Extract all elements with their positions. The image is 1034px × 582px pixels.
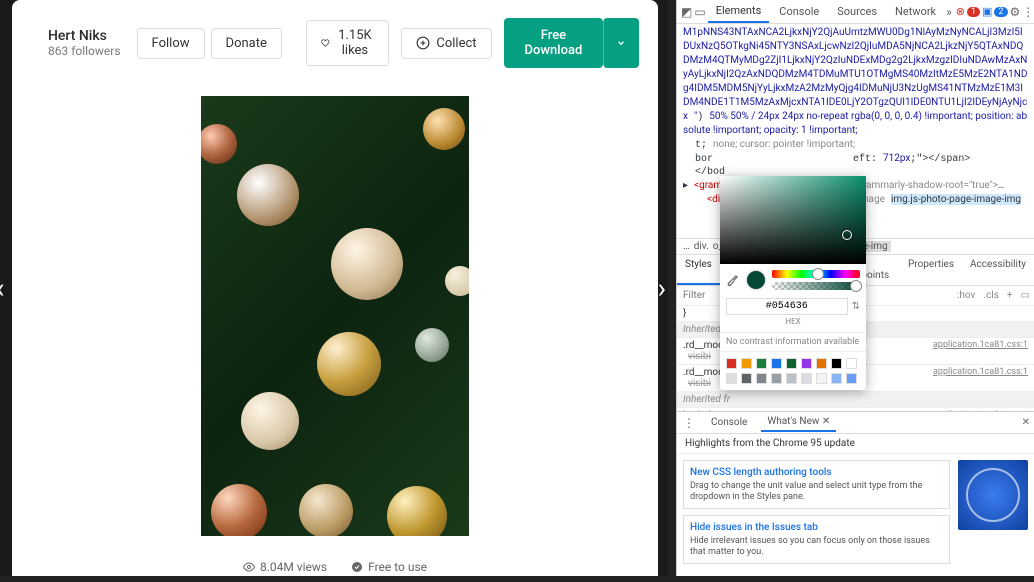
close-icon[interactable]: ✕ bbox=[20, 20, 40, 48]
alpha-slider[interactable] bbox=[772, 282, 860, 290]
next-arrow-icon[interactable]: › bbox=[658, 272, 666, 305]
tab-styles[interactable]: Styles bbox=[677, 255, 720, 285]
follow-button[interactable]: Follow bbox=[137, 28, 205, 59]
author-followers: 863 followers bbox=[48, 44, 121, 58]
plus-circle-icon bbox=[416, 36, 430, 50]
palette bbox=[720, 351, 866, 390]
drawer-kebab-icon[interactable]: ⋮ bbox=[681, 415, 697, 431]
contrast-info: No contrast information available bbox=[720, 332, 866, 351]
device-icon[interactable]: ▭ bbox=[694, 4, 705, 20]
cls-toggle[interactable]: .cls bbox=[979, 290, 1002, 301]
tab-network[interactable]: Network bbox=[887, 1, 944, 22]
palette-swatch[interactable] bbox=[831, 358, 842, 369]
inherited-label: Inherited fr bbox=[677, 392, 1034, 408]
views-stat: 8.04M views bbox=[243, 560, 327, 574]
tab-accessibility[interactable]: Accessibility bbox=[962, 255, 1034, 285]
palette-swatch[interactable] bbox=[846, 358, 857, 369]
styles-more-icon[interactable]: ▭ bbox=[1017, 290, 1034, 301]
palette-swatch[interactable] bbox=[846, 373, 857, 384]
prev-arrow-icon[interactable]: ‹ bbox=[0, 272, 4, 305]
heart-icon bbox=[321, 36, 330, 50]
whatsnew-item[interactable]: New CSS length authoring tools Drag to c… bbox=[683, 460, 950, 509]
color-picker: ⇅ HEX No contrast information available bbox=[720, 176, 866, 390]
palette-swatch[interactable] bbox=[771, 373, 782, 384]
download-dropdown-button[interactable] bbox=[603, 18, 639, 68]
tab-elements[interactable]: Elements bbox=[708, 0, 770, 23]
likes-button[interactable]: 1.15K likes bbox=[306, 20, 390, 66]
inspect-icon[interactable]: ◩ bbox=[681, 4, 692, 20]
whatsnew-thumbnail bbox=[958, 460, 1028, 530]
error-badge[interactable]: 1 bbox=[967, 7, 980, 17]
check-circle-icon bbox=[351, 561, 363, 573]
palette-swatch[interactable] bbox=[786, 358, 797, 369]
hov-toggle[interactable]: :hov bbox=[953, 290, 979, 301]
drawer-tab-whatsnew[interactable]: What's New ✕ bbox=[761, 413, 836, 432]
eye-icon bbox=[243, 561, 255, 573]
palette-swatch[interactable] bbox=[816, 358, 827, 369]
format-toggle-icon[interactable]: ⇅ bbox=[852, 301, 860, 312]
palette-swatch[interactable] bbox=[771, 358, 782, 369]
drawer-tab-console[interactable]: Console bbox=[705, 414, 753, 431]
palette-swatch[interactable] bbox=[801, 358, 812, 369]
palette-swatch[interactable] bbox=[756, 358, 767, 369]
likes-count: 1.15K likes bbox=[336, 28, 375, 58]
new-rule-icon[interactable]: + bbox=[1003, 290, 1017, 301]
rule-source-link[interactable]: application.1ca81.css:1 bbox=[933, 340, 1028, 350]
eyedropper-icon[interactable] bbox=[726, 273, 740, 287]
palette-swatch[interactable] bbox=[726, 358, 737, 369]
donate-button[interactable]: Donate bbox=[211, 28, 282, 59]
palette-swatch[interactable] bbox=[756, 373, 767, 384]
rule-source-link[interactable]: application.1ca81.css:1 bbox=[933, 367, 1028, 377]
author-name[interactable]: Hert Niks bbox=[48, 28, 121, 44]
kebab-icon[interactable]: ⋮ bbox=[1022, 4, 1034, 20]
hex-label: HEX bbox=[726, 317, 860, 326]
palette-swatch[interactable] bbox=[786, 373, 797, 384]
drawer-close-icon[interactable]: ✕ bbox=[1022, 417, 1030, 428]
hex-input[interactable] bbox=[726, 298, 848, 315]
palette-swatch[interactable] bbox=[741, 358, 752, 369]
chevron-down-icon bbox=[616, 38, 626, 48]
collect-button[interactable]: Collect bbox=[401, 28, 491, 59]
collect-label: Collect bbox=[436, 36, 476, 51]
palette-swatch[interactable] bbox=[801, 373, 812, 384]
palette-swatch[interactable] bbox=[816, 373, 827, 384]
hue-slider[interactable] bbox=[772, 270, 860, 278]
tab-sources[interactable]: Sources bbox=[829, 1, 885, 22]
photo-modal: Hert Niks 863 followers Follow Donate 1.… bbox=[12, 0, 658, 576]
photo-image[interactable] bbox=[201, 96, 469, 536]
download-button[interactable]: Free Download bbox=[504, 18, 604, 68]
color-swatch bbox=[746, 270, 766, 290]
palette-swatch[interactable] bbox=[831, 373, 842, 384]
saturation-area[interactable] bbox=[720, 176, 866, 264]
rule-source-link[interactable]: application.1ca81.css:1 bbox=[933, 410, 1028, 411]
palette-swatch[interactable] bbox=[741, 373, 752, 384]
drawer: ⋮ Console What's New ✕ ✕ Highlights from… bbox=[677, 411, 1034, 576]
license-stat: Free to use bbox=[351, 560, 427, 574]
settings-icon[interactable]: ⚙ bbox=[1010, 4, 1021, 20]
palette-swatch[interactable] bbox=[726, 373, 737, 384]
whatsnew-item[interactable]: Hide issues in the Issues tab Hide irrel… bbox=[683, 515, 950, 564]
whatsnew-heading: Highlights from the Chrome 95 update bbox=[677, 434, 1034, 454]
info-badge[interactable]: 2 bbox=[994, 7, 1007, 17]
more-tabs-icon[interactable]: » bbox=[946, 4, 952, 20]
tab-console[interactable]: Console bbox=[771, 1, 827, 22]
tab-properties[interactable]: Properties bbox=[900, 255, 962, 285]
